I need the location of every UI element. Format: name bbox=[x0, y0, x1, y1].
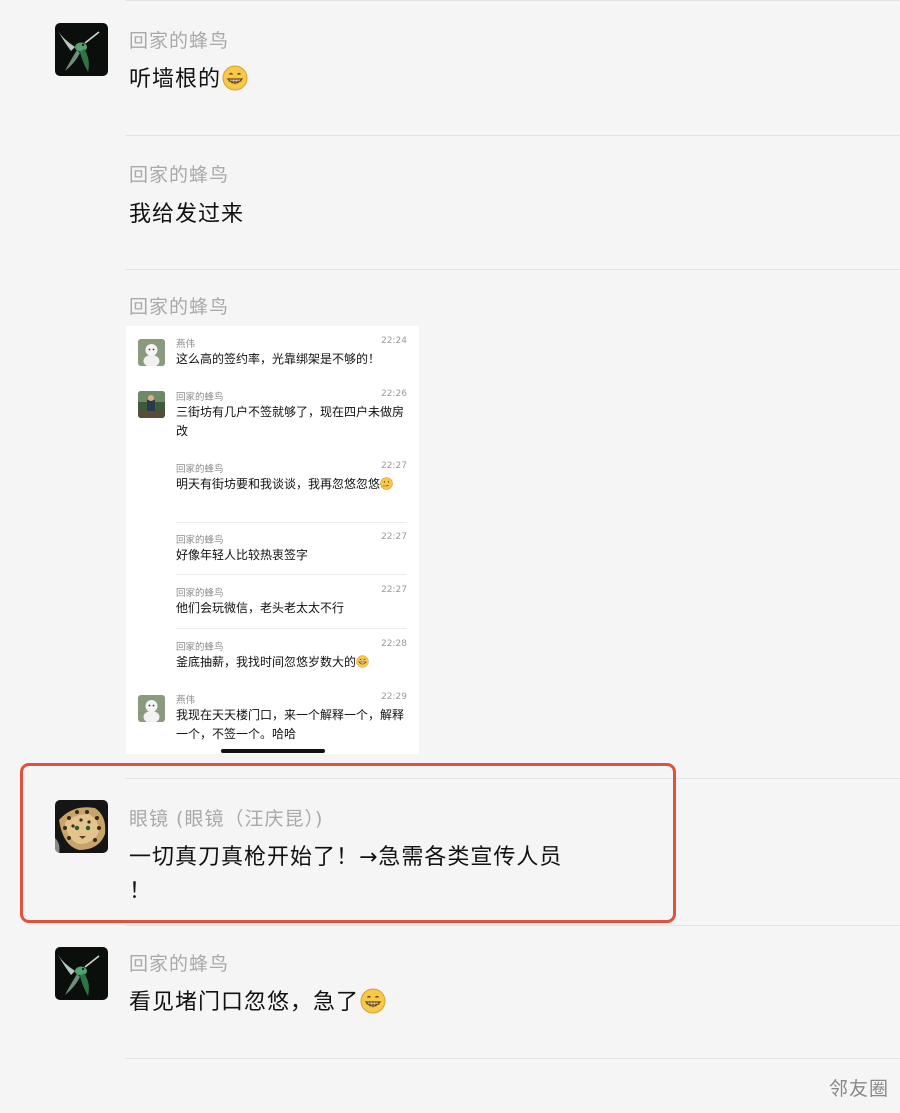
divider bbox=[125, 135, 900, 136]
message-text-content: 听墙根的 bbox=[129, 67, 222, 92]
divider bbox=[125, 1058, 900, 1059]
divider bbox=[125, 925, 900, 926]
screenshot-sender: 燕伟 bbox=[176, 695, 196, 706]
divider bbox=[176, 522, 407, 523]
leopard-avatar[interactable] bbox=[55, 800, 108, 853]
message-text-continued: ！ bbox=[129, 879, 153, 904]
hummingbird-avatar[interactable] bbox=[55, 947, 108, 1000]
screenshot-time: 22:27 bbox=[381, 532, 407, 542]
divider bbox=[176, 628, 407, 629]
screenshot-time: 22:28 bbox=[381, 639, 407, 649]
screenshot-sender: 回家的蜂鸟 bbox=[176, 642, 224, 653]
chat-screenshot-image[interactable]: 燕伟 22:24 这么高的签约率，光靠绑架是不够的！ 回家的蜂鸟 22:26 三… bbox=[126, 326, 419, 754]
grin-emoji-icon bbox=[222, 65, 248, 91]
watermark: 邻友圈 bbox=[828, 1078, 889, 1100]
screenshot-sender: 回家的蜂鸟 bbox=[176, 464, 224, 475]
yanwei-avatar bbox=[138, 339, 165, 366]
screenshot-time: 22:27 bbox=[381, 461, 407, 471]
message-text: 我给发过来 bbox=[129, 202, 245, 227]
screenshot-text: 我现在天天楼门口，来一个解释一个，解释一个，不签一个。哈哈 bbox=[176, 708, 405, 741]
screenshot-sender: 回家的蜂鸟 bbox=[176, 535, 224, 546]
yanwei-avatar bbox=[138, 695, 165, 722]
screenshot-text: 好像年轻人比较热衷签字 bbox=[176, 548, 309, 562]
screenshot-time: 22:26 bbox=[381, 389, 407, 399]
screenshot-sender: 燕伟 bbox=[176, 339, 196, 350]
sender-name: 回家的蜂鸟 bbox=[129, 296, 230, 318]
huijia-avatar bbox=[138, 391, 165, 418]
message-text: 一切真刀真枪开始了！→急需各类宣传人员 bbox=[129, 845, 563, 870]
thinking-emoji-icon bbox=[380, 477, 393, 490]
screenshot-time: 22:27 bbox=[381, 585, 407, 595]
message-text: 听墙根的 bbox=[129, 65, 248, 95]
message-text: 看见堵门口忽悠，急了 bbox=[129, 988, 386, 1018]
screenshot-text-content: 明天有街坊要和我谈谈，我再忽悠忽悠 bbox=[176, 477, 381, 491]
screenshot-sender: 回家的蜂鸟 bbox=[176, 588, 224, 599]
sender-name: 回家的蜂鸟 bbox=[129, 30, 230, 52]
screenshot-text: 三街坊有几户不签就够了，现在四户未做房改 bbox=[176, 405, 405, 438]
grin-emoji-icon bbox=[360, 988, 386, 1014]
grin-emoji-icon bbox=[356, 655, 369, 668]
screenshot-time: 22:29 bbox=[381, 692, 407, 702]
screenshot-text: 釜底抽薪，我找时间忽悠岁数大的 bbox=[176, 653, 408, 672]
sender-name: 回家的蜂鸟 bbox=[129, 953, 230, 975]
screenshot-text: 他们会玩微信，老头老太太不行 bbox=[176, 601, 345, 615]
sender-name: 眼镜 (眼镜（汪庆昆）) bbox=[129, 808, 324, 830]
divider bbox=[125, 269, 900, 270]
sender-name: 回家的蜂鸟 bbox=[129, 164, 230, 186]
hummingbird-avatar[interactable] bbox=[55, 23, 108, 76]
screenshot-time: 22:24 bbox=[381, 336, 407, 346]
divider bbox=[125, 0, 900, 1]
message-text-content: 看见堵门口忽悠，急了 bbox=[129, 990, 360, 1015]
screenshot-text: 这么高的签约率，光靠绑架是不够的！ bbox=[176, 352, 381, 366]
divider bbox=[176, 574, 407, 575]
screenshot-sender: 回家的蜂鸟 bbox=[176, 392, 224, 403]
screenshot-text-content: 釜底抽薪，我找时间忽悠岁数大的 bbox=[176, 655, 357, 669]
screenshot-text: 明天有街坊要和我谈谈，我再忽悠忽悠 bbox=[176, 475, 408, 494]
home-indicator bbox=[221, 749, 325, 753]
